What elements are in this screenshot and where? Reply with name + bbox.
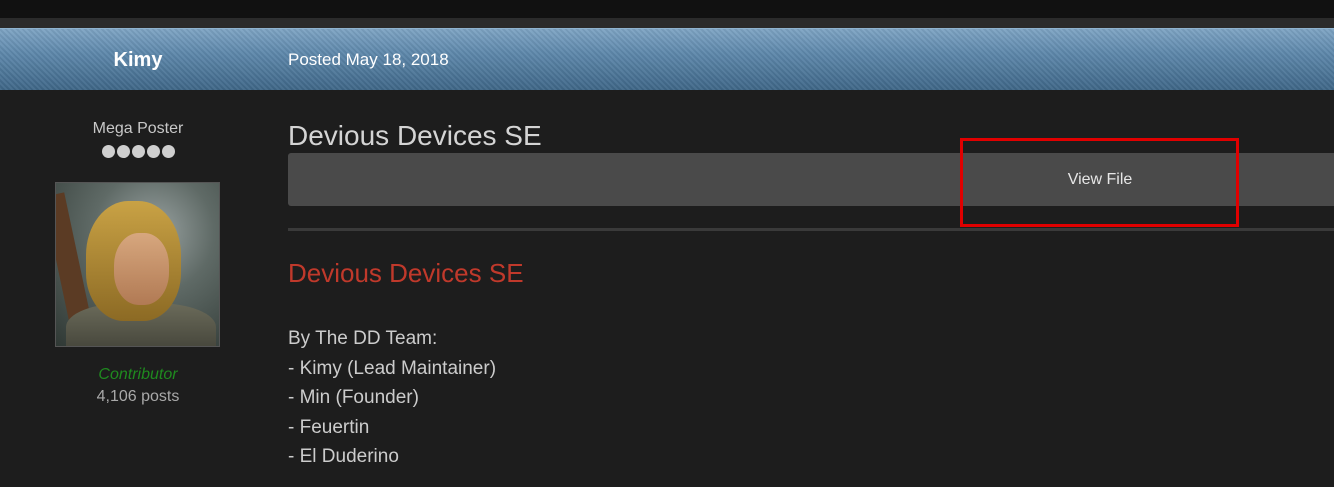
file-title: Devious Devices SE [288,120,542,151]
rank-pips [0,145,276,163]
avatar[interactable] [55,182,220,347]
credits-line: - Kimy (Lead Maintainer) [288,357,497,379]
rank-pip-icon [101,145,115,158]
credits-line: By The DD Team: [288,328,438,349]
user-group: Contributor [98,366,178,383]
credits-line: - El Duderino [288,446,399,467]
credits-line: - Feuertin [288,416,370,438]
post-date: Posted May 18, 2018 [288,50,449,69]
file-action-bar: View File [288,153,1334,206]
post-count: 4,106 posts [96,388,180,405]
rank-pip-icon [146,145,160,158]
credits-line: - Min (Founder) [288,387,419,408]
rank-pip-icon [131,145,145,158]
top-bar [0,0,1334,18]
author-panel: Mega Poster Contributor 4,106 posts [0,90,276,487]
avatar-face [114,233,169,305]
view-file-button[interactable]: View File [960,153,1240,206]
divider [288,228,1334,231]
content-heading: Devious Devices SE [288,258,524,288]
author-name-link[interactable]: Kimy [0,29,276,91]
rank-pip-icon [161,145,175,158]
credits-list: By The DD Team: - Kimy (Lead Maintainer)… [288,324,496,472]
top-bar-strip [0,18,1334,28]
post-content: Devious Devices SE View File Devious Dev… [288,90,1334,487]
post-header: Kimy Posted May 18, 2018 [0,28,1334,90]
user-title: Mega Poster [92,120,184,137]
rank-pip-icon [116,145,130,158]
